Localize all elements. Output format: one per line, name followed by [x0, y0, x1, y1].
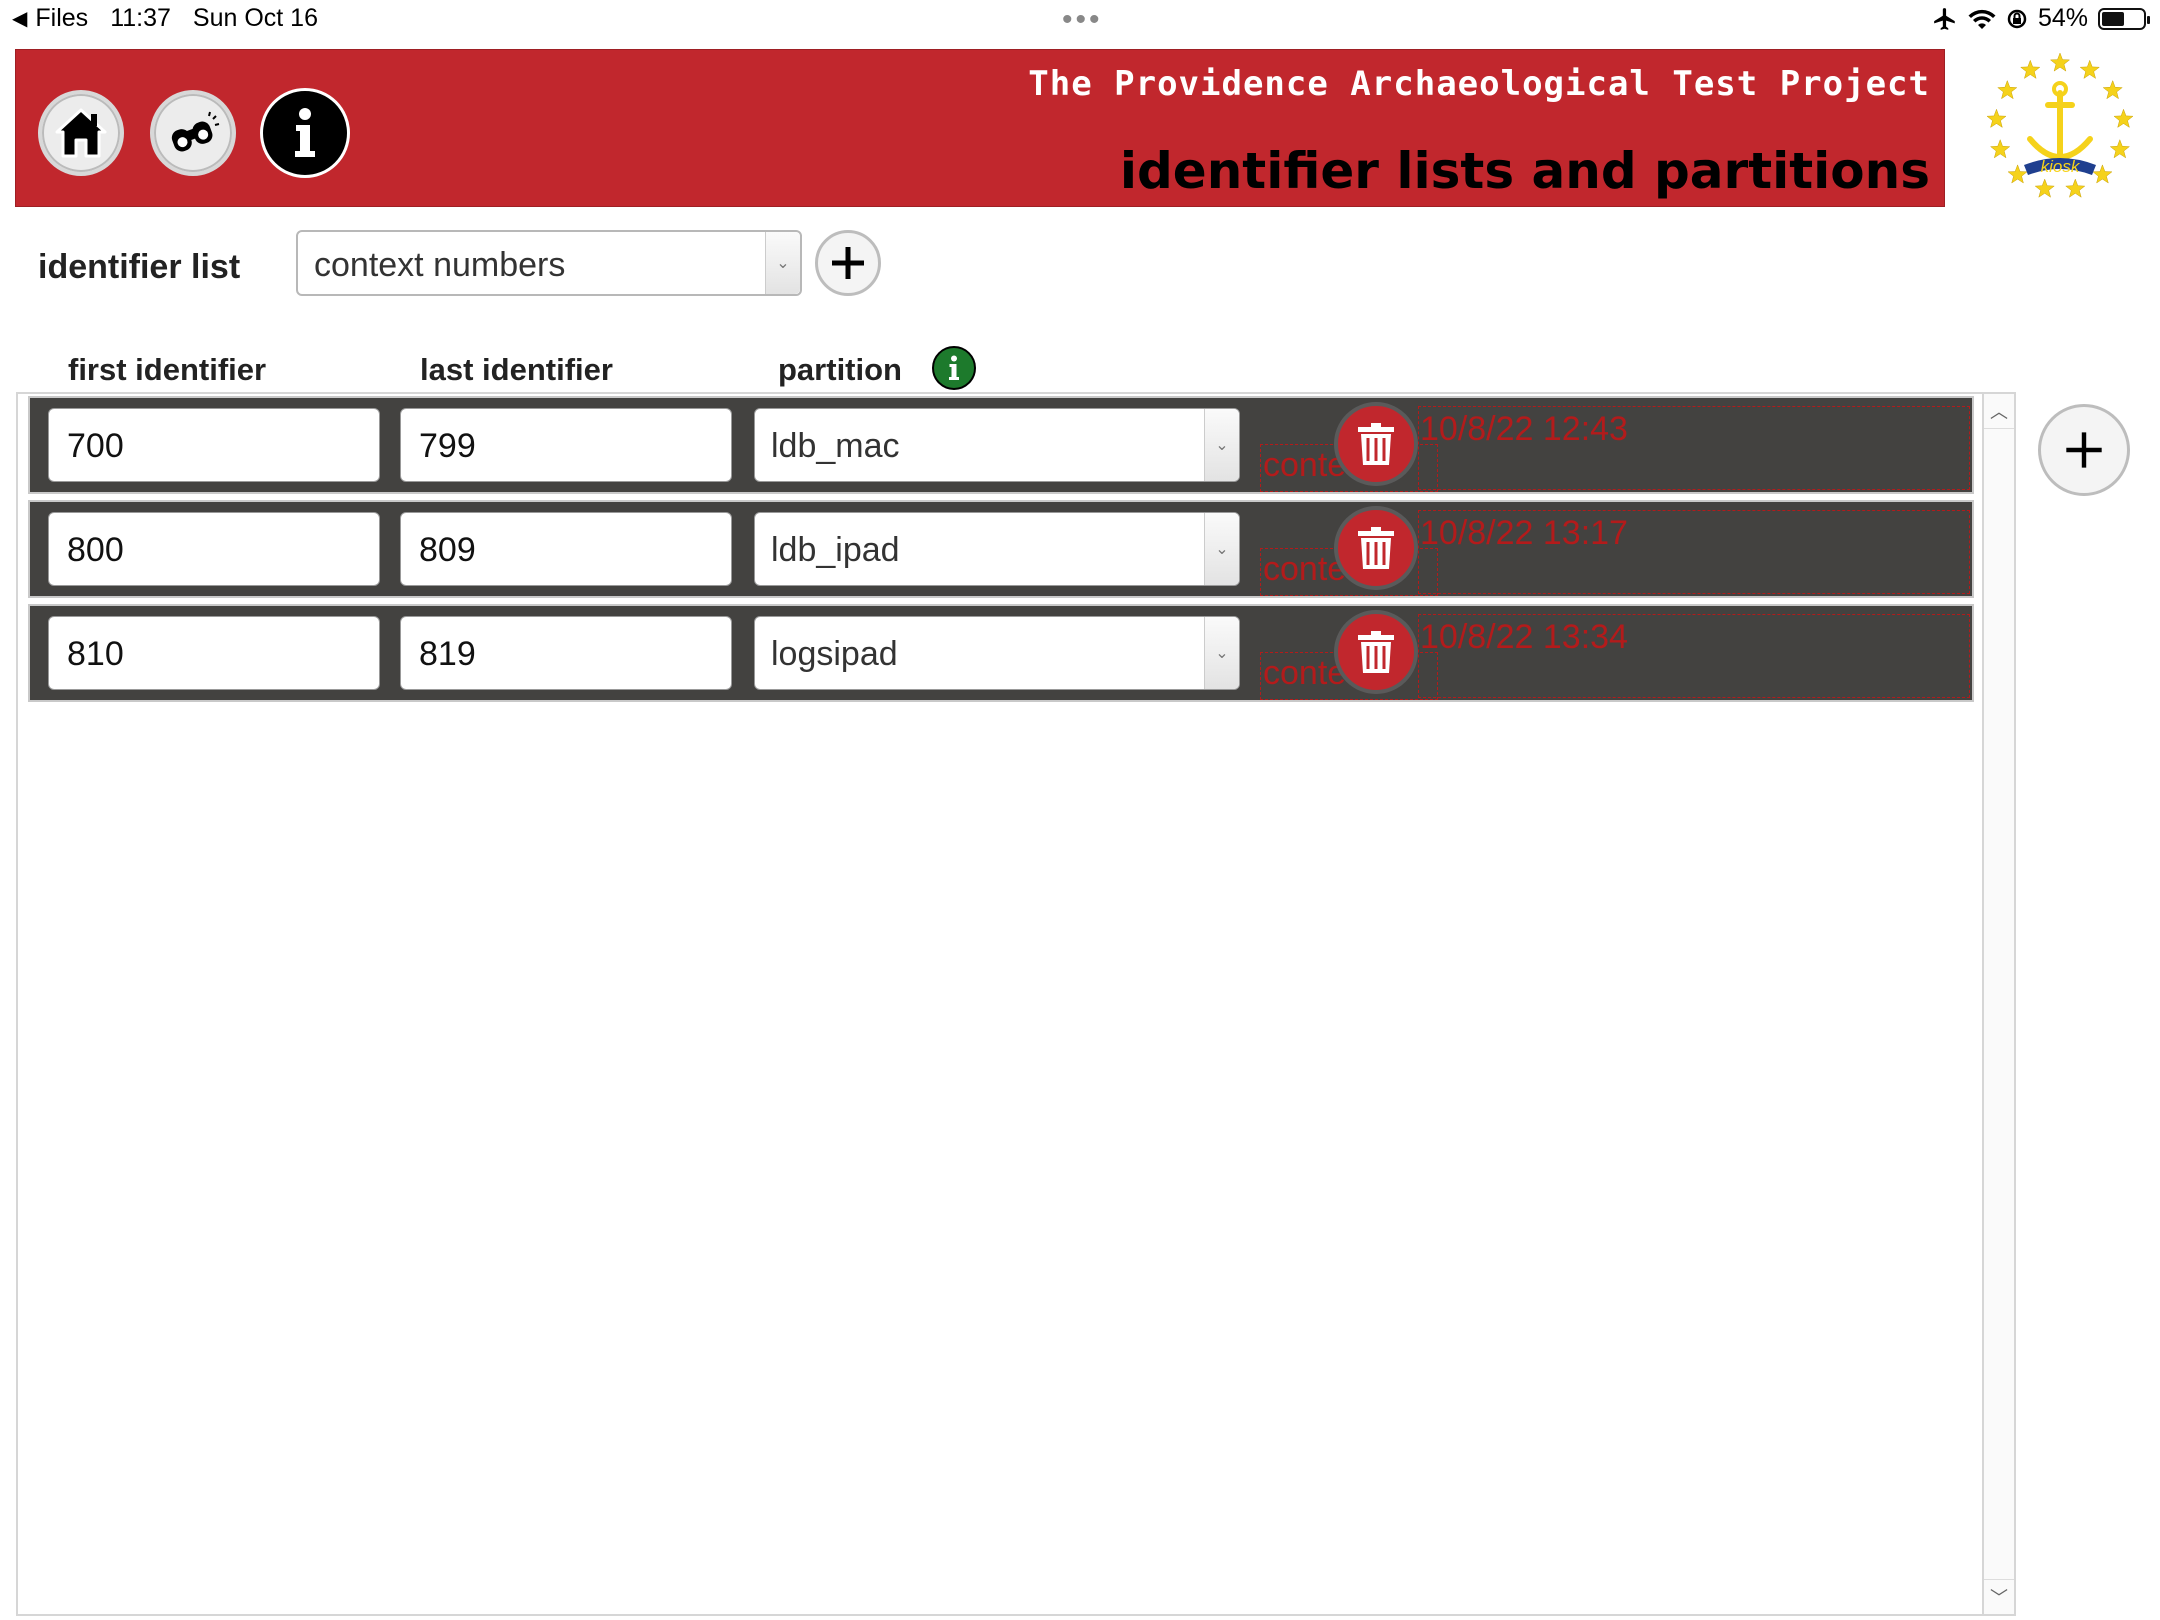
info-icon — [295, 108, 315, 157]
search-button[interactable] — [150, 90, 236, 176]
logo-text: kiosk — [2041, 157, 2081, 176]
first-identifier-input[interactable]: 810 — [48, 616, 380, 690]
home-icon — [55, 108, 107, 158]
multitasking-dots-icon[interactable]: ••• — [1062, 5, 1103, 35]
logo-star-icon — [2007, 164, 2028, 184]
table-row: 800 809 ldb_ipad ⌄ conte 10/8/22 13:17 — [28, 500, 1974, 598]
partition-select[interactable]: ldb_ipad ⌄ — [754, 512, 1240, 586]
last-identifier-input[interactable]: 809 — [400, 512, 732, 586]
delete-row-button[interactable] — [1334, 506, 1418, 590]
partition-value: logsipad — [771, 635, 898, 673]
first-identifier-input[interactable]: 700 — [48, 408, 380, 482]
logo-star-icon — [2109, 138, 2131, 159]
logo-star-icon — [2020, 59, 2041, 79]
logo-star-icon — [2034, 178, 2055, 198]
logo-star-icon — [2049, 52, 2071, 72]
logo-star-icon — [2092, 164, 2113, 184]
last-identifier-value: 809 — [419, 531, 476, 569]
partition-value: ldb_mac — [771, 427, 900, 465]
partition-info-button[interactable] — [932, 346, 976, 390]
last-identifier-input[interactable]: 819 — [400, 616, 732, 690]
airplane-icon — [1934, 7, 1955, 30]
logo-star-icon — [2102, 79, 2123, 100]
last-identifier-value: 819 — [419, 635, 476, 673]
table-row: 700 799 ldb_mac ⌄ conte 10/8/22 12:43 — [28, 396, 1974, 494]
first-identifier-value: 800 — [67, 531, 124, 569]
logo-star-icon — [2065, 178, 2086, 198]
battery-icon — [2098, 7, 2150, 30]
last-identifier-value: 799 — [419, 427, 476, 465]
logo-star-icon — [2113, 108, 2134, 128]
partition-value: ldb_ipad — [771, 531, 900, 569]
identifier-list-value: context numbers — [314, 246, 566, 284]
logo-star-icon — [1997, 79, 2018, 100]
plus-icon — [832, 247, 864, 279]
identifier-list-select[interactable]: context numbers ⌄ — [296, 230, 802, 296]
chevron-down-icon: ⌄ — [1204, 409, 1239, 481]
battery-percent: 54% — [2037, 4, 2088, 32]
logo-star-icon — [1989, 138, 2011, 159]
back-to-files-link[interactable]: Files — [35, 4, 88, 33]
first-identifier-value: 700 — [67, 427, 124, 465]
row-timestamp: 10/8/22 13:34 — [1420, 618, 1628, 656]
kiosk-logo: kiosk — [1986, 52, 2134, 198]
scroll-up-arrow-icon[interactable]: ︿ — [1984, 394, 2014, 429]
row-timestamp: 10/8/22 12:43 — [1420, 410, 1628, 448]
column-header-first: first identifier — [68, 352, 267, 387]
column-header-last: last identifier — [420, 352, 613, 387]
back-arrow-icon[interactable]: ◀ — [12, 6, 27, 31]
delete-row-button[interactable] — [1334, 402, 1418, 486]
identifier-list-label: identifier list — [38, 248, 241, 286]
page-title: identifier lists and partitions — [1119, 142, 1930, 200]
info-button[interactable] — [260, 88, 350, 178]
add-row-button[interactable] — [2038, 404, 2130, 496]
chevron-down-icon: ⌄ — [1204, 617, 1239, 689]
add-identifier-list-button[interactable] — [815, 230, 881, 296]
binoculars-icon — [171, 111, 220, 152]
ghost-field-text: conte — [1263, 550, 1347, 588]
logo-star-icon — [1986, 108, 2007, 128]
logo-star-icon — [2079, 59, 2100, 79]
table-scrollbar[interactable]: ︿ ﹀ — [1982, 394, 2014, 1614]
partition-select[interactable]: logsipad ⌄ — [754, 616, 1240, 690]
chevron-down-icon: ⌄ — [765, 232, 800, 294]
trash-icon — [1358, 423, 1394, 465]
orientation-lock-icon — [2007, 9, 2027, 28]
ghost-field-text: conte — [1263, 654, 1347, 692]
column-header-partition: partition — [778, 352, 902, 387]
row-timestamp: 10/8/22 13:17 — [1420, 514, 1628, 552]
status-bar: ◀ Files 11:37 Sun Oct 16 ••• 54% — [0, 0, 2160, 42]
ghost-field-text: conte — [1263, 446, 1347, 484]
table-row: 810 819 logsipad ⌄ conte 10/8/22 13:34 — [28, 604, 1974, 702]
home-button[interactable] — [38, 90, 124, 176]
trash-icon — [1358, 631, 1394, 673]
last-identifier-input[interactable]: 799 — [400, 408, 732, 482]
delete-row-button[interactable] — [1334, 610, 1418, 694]
project-title: The Providence Archaeological Test Proje… — [1028, 64, 1930, 104]
header-banner: The Providence Archaeological Test Proje… — [15, 49, 1945, 207]
plus-icon — [2066, 432, 2102, 468]
partition-select[interactable]: ldb_mac ⌄ — [754, 408, 1240, 482]
first-identifier-input[interactable]: 800 — [48, 512, 380, 586]
wifi-icon — [1968, 9, 1996, 29]
info-icon — [949, 355, 959, 380]
trash-icon — [1358, 527, 1394, 569]
scroll-down-arrow-icon[interactable]: ﹀ — [1984, 1579, 2014, 1614]
chevron-down-icon: ⌄ — [1204, 513, 1239, 585]
first-identifier-value: 810 — [67, 635, 124, 673]
status-date: Sun Oct 16 — [192, 4, 318, 32]
status-time: 11:37 — [110, 4, 171, 32]
